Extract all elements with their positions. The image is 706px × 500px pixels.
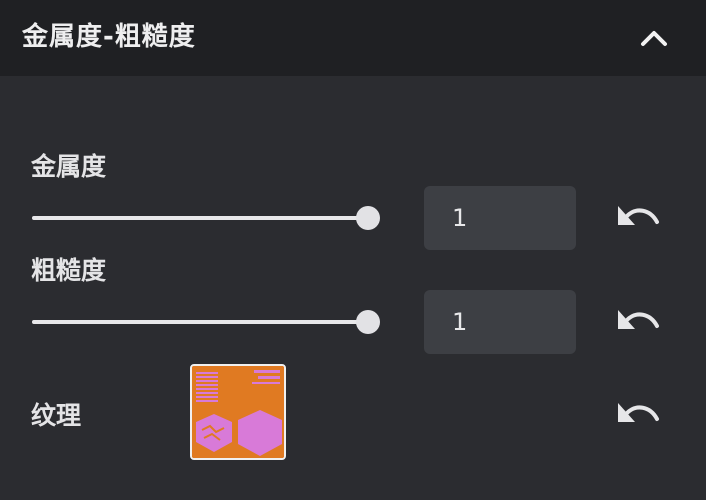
slider-thumb[interactable] <box>356 310 380 334</box>
texture-label: 纹理 <box>31 401 82 430</box>
texture-thumbnail-image <box>192 366 284 458</box>
chevron-up-icon <box>641 31 667 46</box>
metallic-reset-button[interactable] <box>614 200 662 236</box>
metallic-slider[interactable] <box>32 206 380 230</box>
metallic-label: 金属度 <box>31 152 107 181</box>
undo-icon <box>618 403 659 422</box>
texture-reset-button[interactable] <box>614 397 662 433</box>
metallic-value-input[interactable] <box>424 186 576 250</box>
slider-thumb[interactable] <box>356 206 380 230</box>
metallic-roughness-panel: 金属度-粗糙度 金属度 粗糙度 纹理 <box>0 0 706 500</box>
slider-fill <box>32 320 368 324</box>
collapse-button[interactable] <box>630 16 678 58</box>
roughness-value-input[interactable] <box>424 290 576 354</box>
roughness-slider[interactable] <box>32 310 380 334</box>
roughness-reset-button[interactable] <box>614 304 662 340</box>
slider-fill <box>32 216 368 220</box>
roughness-label: 粗糙度 <box>31 256 107 285</box>
panel-title: 金属度-粗糙度 <box>22 22 196 52</box>
undo-icon <box>618 310 659 329</box>
texture-thumbnail[interactable] <box>190 364 286 460</box>
panel-header[interactable]: 金属度-粗糙度 <box>0 0 706 76</box>
undo-icon <box>618 206 659 225</box>
